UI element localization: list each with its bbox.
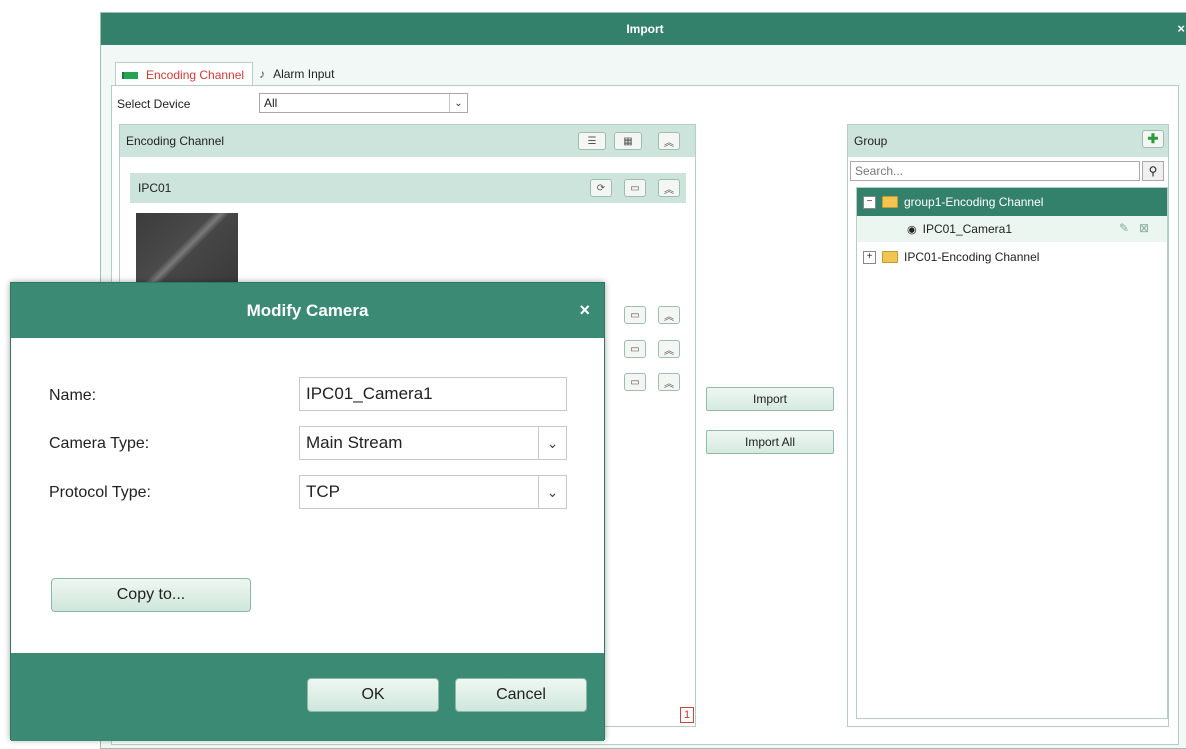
tab-bar: Encoding Channel ♪ Alarm Input	[115, 62, 342, 87]
protocol-type-value: TCP	[306, 482, 340, 501]
modify-camera-dialog: Modify Camera × Name: IPC01_Camera1 Came…	[10, 282, 605, 741]
add-group-icon[interactable]: ✚	[1142, 130, 1164, 148]
expand-icon[interactable]: +	[863, 250, 876, 264]
name-label: Name:	[49, 387, 97, 404]
tab-alarm-input[interactable]: ♪ Alarm Input	[253, 62, 342, 86]
add-to-group-icon[interactable]: ▭	[624, 340, 646, 358]
list-view-icon[interactable]: ☰	[578, 132, 606, 150]
search-icon[interactable]: ⚲	[1142, 161, 1164, 181]
modal-title-bar: Modify Camera	[11, 283, 604, 338]
search-input[interactable]: Search...	[850, 161, 1140, 181]
select-device-label: Select Device	[117, 97, 191, 111]
tree-item-group1-label: group1-Encoding Channel	[904, 195, 1044, 209]
grid-view-icon[interactable]: ▦	[614, 132, 642, 150]
tab-alarm-input-label: Alarm Input	[273, 67, 335, 81]
modal-title: Modify Camera	[246, 300, 369, 320]
delete-icon[interactable]: ⊠	[1139, 221, 1149, 235]
import-title-bar: Import	[101, 13, 1186, 45]
import-close-icon[interactable]: ×	[1177, 21, 1185, 36]
search-placeholder: Search...	[855, 164, 904, 178]
collapse-icon[interactable]: ︽	[658, 340, 680, 358]
tab-encoding-channel[interactable]: Encoding Channel	[115, 62, 254, 87]
close-icon[interactable]: ×	[579, 300, 590, 321]
collapse-icon[interactable]: −	[863, 195, 876, 209]
camera-icon	[122, 71, 138, 79]
encoding-channel-title: Encoding Channel	[126, 134, 225, 148]
chevron-down-icon: ⌄	[538, 427, 566, 459]
group-tree: − group1-Encoding Channel ◉ IPC01_Camera…	[856, 187, 1168, 719]
protocol-type-label: Protocol Type:	[49, 484, 151, 501]
import-button[interactable]: Import	[706, 387, 834, 411]
device-name: IPC01	[138, 181, 172, 195]
camera-type-label: Camera Type:	[49, 435, 150, 452]
tree-item-camera[interactable]: ◉ IPC01_Camera1 ✎ ⊠	[857, 216, 1167, 242]
name-value: IPC01_Camera1	[306, 384, 433, 403]
name-field[interactable]: IPC01_Camera1	[299, 377, 567, 411]
camera-type-dropdown[interactable]: Main Stream ⌄	[299, 426, 567, 460]
group-panel: Group ✚ Search... ⚲ − group1-Encoding Ch…	[847, 124, 1169, 727]
tree-item-group1[interactable]: − group1-Encoding Channel	[857, 188, 1167, 216]
tab-encoding-channel-label: Encoding Channel	[146, 68, 245, 82]
alarm-icon: ♪	[259, 67, 266, 81]
tree-item-ipc01-label: IPC01-Encoding Channel	[904, 250, 1040, 264]
select-device-value: All	[264, 96, 278, 110]
tree-item-ipc01[interactable]: + IPC01-Encoding Channel	[857, 244, 1167, 270]
group-title: Group	[854, 134, 888, 148]
page-number[interactable]: 1	[680, 707, 694, 723]
collapse-all-icon[interactable]: ︽	[658, 132, 680, 150]
refresh-icon[interactable]: ⟳	[590, 179, 612, 197]
import-all-button[interactable]: Import All	[706, 430, 834, 454]
ok-button[interactable]: OK	[307, 678, 439, 712]
copy-to-button[interactable]: Copy to...	[51, 578, 251, 612]
folder-icon	[882, 196, 898, 208]
camera-thumbnail[interactable]	[136, 213, 238, 283]
add-to-group-icon[interactable]: ▭	[624, 179, 646, 197]
add-to-group-icon[interactable]: ▭	[624, 306, 646, 324]
collapse-icon[interactable]: ︽	[658, 179, 680, 197]
folder-icon	[882, 251, 898, 263]
tree-item-camera-label: IPC01_Camera1	[922, 222, 1012, 236]
edit-icon[interactable]: ✎	[1119, 221, 1129, 235]
group-header: Group	[848, 125, 1168, 157]
add-to-group-icon[interactable]: ▭	[624, 373, 646, 391]
select-device-dropdown[interactable]: All ⌄	[259, 93, 468, 113]
chevron-down-icon: ⌄	[538, 476, 566, 508]
camera-type-value: Main Stream	[306, 433, 403, 452]
camera-icon: ◉	[907, 223, 917, 236]
encoding-channel-header: Encoding Channel	[120, 125, 695, 157]
import-title: Import	[626, 22, 664, 36]
cancel-button[interactable]: Cancel	[455, 678, 587, 712]
chevron-down-icon: ⌄	[449, 94, 467, 112]
protocol-type-dropdown[interactable]: TCP ⌄	[299, 475, 567, 509]
collapse-icon[interactable]: ︽	[658, 306, 680, 324]
collapse-icon[interactable]: ︽	[658, 373, 680, 391]
